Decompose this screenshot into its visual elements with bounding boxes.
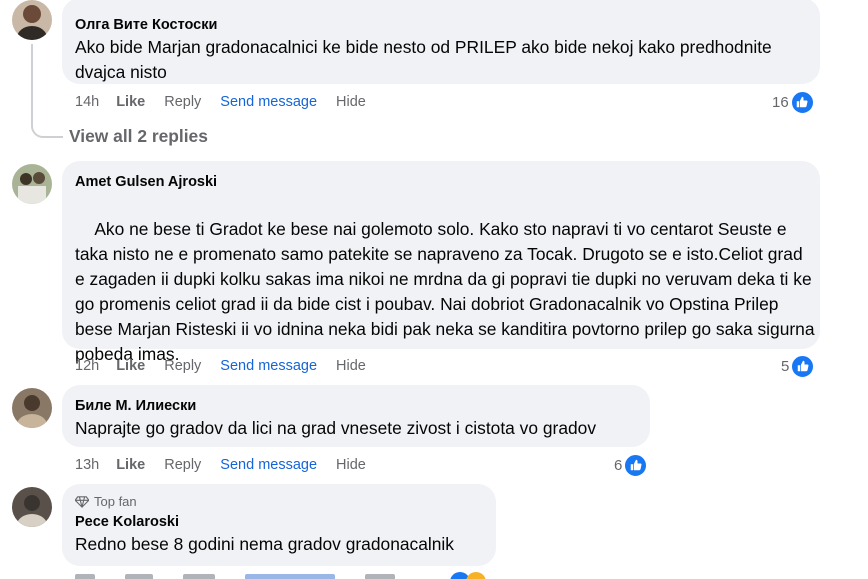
comment-text: Redno bese 8 godini nema gradov gradonac… <box>75 534 454 554</box>
avatar[interactable] <box>12 388 52 428</box>
view-replies-link[interactable]: View all 2 replies <box>69 126 208 147</box>
comment-text: Ako bide Marjan gradonacalnici ke bide n… <box>75 37 777 82</box>
send-message-button[interactable]: Send message <box>220 457 317 473</box>
reply-button[interactable]: Reply <box>164 457 201 473</box>
comment-actions: 12h Like Reply Send message Hide <box>75 356 385 376</box>
send-message-button[interactable]: Send message <box>220 358 317 374</box>
avatar-photo-icon <box>12 0 52 40</box>
reply-button[interactable]: Reply <box>164 94 201 110</box>
reaction-count: 5 <box>781 357 790 375</box>
partial-actions-row <box>75 572 475 579</box>
comment-author[interactable]: Биле М. Илиески <box>75 397 638 415</box>
avatar[interactable] <box>12 164 52 204</box>
like-button[interactable]: Like <box>116 457 145 473</box>
diamond-icon <box>75 496 89 508</box>
comment-timestamp[interactable]: 14h <box>75 94 99 110</box>
comment-bubble: Amet Gulsen Ajroski Ako ne bese ti Grado… <box>62 161 820 410</box>
reaction-summary[interactable]: 16 <box>772 90 814 114</box>
hide-button[interactable]: Hide <box>336 94 366 110</box>
avatar[interactable] <box>12 0 52 40</box>
comment-bubble: Олга Вите Костоски Ako bide Marjan grado… <box>62 0 820 84</box>
like-button[interactable]: Like <box>116 358 145 374</box>
reaction-count: 6 <box>614 456 623 474</box>
hide-button[interactable]: Hide <box>336 457 366 473</box>
comment-bubble: Биле М. Илиески Naprajte go gradov da li… <box>62 385 650 447</box>
reaction-summary[interactable]: 6 <box>614 453 648 477</box>
top-fan-label: Top fan <box>94 494 137 509</box>
comment-timestamp[interactable]: 12h <box>75 358 99 374</box>
like-button[interactable]: Like <box>116 94 145 110</box>
send-message-button[interactable]: Send message <box>220 94 317 110</box>
comment-text-body: Ako ne bese ti Gradot ke bese nai golemo… <box>75 219 820 364</box>
comment-timestamp[interactable]: 13h <box>75 457 99 473</box>
comment-actions: 14h Like Reply Send message Hide <box>75 92 385 112</box>
reply-button[interactable]: Reply <box>164 358 201 374</box>
comment-actions: 13h Like Reply Send message Hide <box>75 455 385 475</box>
comment-author[interactable]: Amet Gulsen Ajroski <box>75 173 808 191</box>
partial-reaction-icons <box>450 572 492 579</box>
avatar-photo-icon <box>12 164 52 204</box>
avatar-photo-icon <box>12 388 52 428</box>
avatar[interactable] <box>12 487 52 527</box>
reaction-summary[interactable]: 5 <box>781 354 815 378</box>
hide-button[interactable]: Hide <box>336 358 366 374</box>
like-reaction-icon <box>790 90 814 114</box>
avatar-photo-icon <box>12 487 52 527</box>
comment-bubble: Top fan Pece Kolaroski Redno bese 8 godi… <box>62 484 496 566</box>
comment-author[interactable]: Олга Вите Костоски <box>75 16 808 34</box>
comment-text: Naprajte go gradov da lici na grad vnese… <box>75 418 597 438</box>
reaction-count: 16 <box>772 93 789 111</box>
like-reaction-icon <box>791 354 815 378</box>
top-fan-badge: Top fan <box>75 494 484 510</box>
comment-author[interactable]: Pece Kolaroski <box>75 513 484 531</box>
like-reaction-icon <box>624 453 648 477</box>
reply-thread-line <box>31 44 63 138</box>
